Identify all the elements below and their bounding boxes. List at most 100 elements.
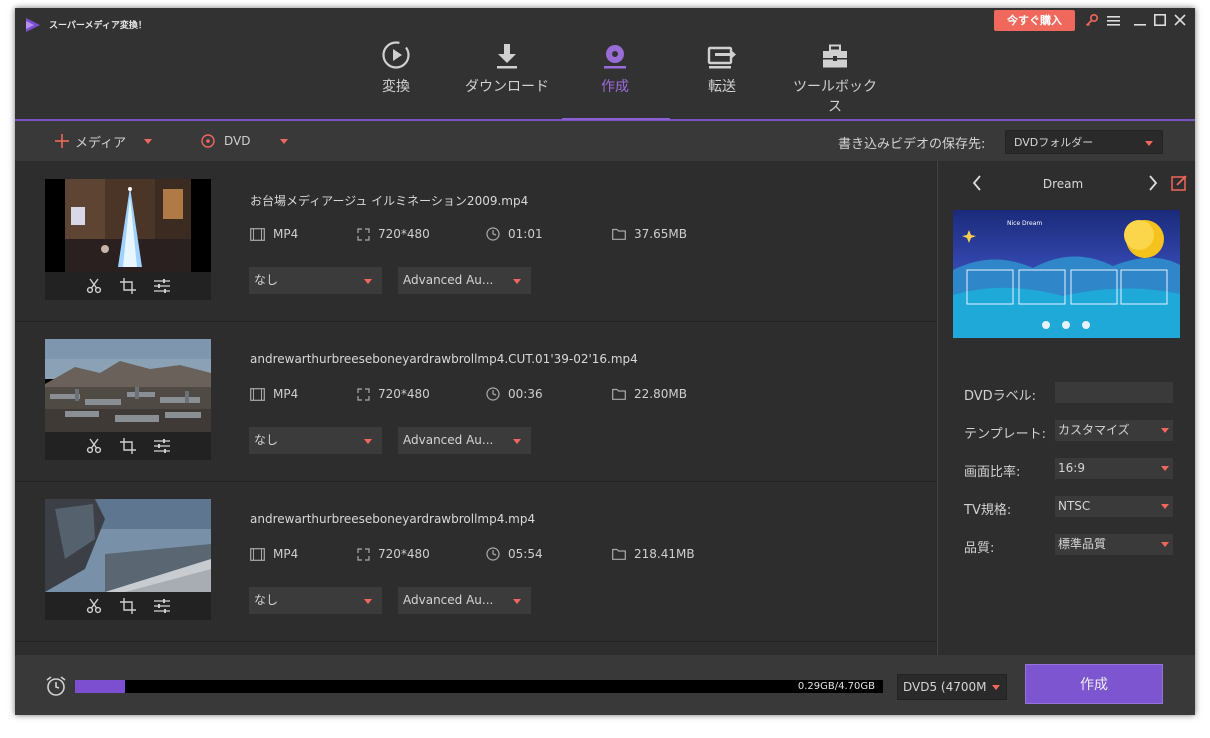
file-format: MP4 — [273, 387, 299, 401]
audio-track-select[interactable]: Advanced Au... — [398, 587, 531, 614]
list-item: andrewarthurbreeseboneyardrawbrollmp4.mp… — [15, 481, 936, 642]
video-thumbnail[interactable] — [45, 499, 211, 592]
file-format: MP4 — [273, 547, 299, 561]
minimize-icon[interactable] — [1132, 11, 1148, 29]
film-icon — [250, 547, 265, 561]
disc-icon — [201, 134, 215, 148]
save-to-select[interactable]: DVDフォルダー — [1005, 130, 1163, 154]
toolbar: メディア DVD 書き込みビデオの保存先: DVDフォルダー — [15, 121, 1195, 161]
video-thumbnail[interactable] — [45, 179, 211, 272]
edit-icon[interactable] — [1171, 175, 1187, 191]
subtitle-select[interactable]: なし — [249, 427, 382, 454]
tab-toolbox[interactable]: ツールボックス — [787, 38, 883, 118]
toolbox-icon — [823, 44, 847, 68]
save-to-label: 書き込みビデオの保存先: — [838, 137, 986, 152]
add-dvd-button[interactable]: DVD — [201, 121, 289, 161]
size-info: 22.80MB — [612, 387, 687, 401]
audio-track-select[interactable]: Advanced Au... — [398, 427, 531, 454]
audio-track-select[interactable]: Advanced Au... — [398, 267, 531, 294]
file-duration: 00:36 — [508, 387, 543, 401]
folder-icon — [612, 388, 626, 400]
audio-track-value: Advanced Au... — [403, 433, 494, 447]
app-window: スーパーメディア変換！ 今すぐ購入 変換 ダウンロード 作成 転送 ツールボック… — [15, 8, 1195, 715]
active-tab-indicator — [562, 118, 670, 120]
crop-icon[interactable] — [120, 278, 136, 294]
scissors-icon[interactable] — [86, 278, 102, 294]
tab-create-label: 作成 — [601, 79, 629, 95]
tv-standard-label: TV規格: — [964, 503, 1012, 518]
disc-type-select[interactable]: DVD5 (4700M — [897, 674, 1007, 700]
file-size: 218.41MB — [634, 547, 695, 561]
create-button[interactable]: 作成 — [1025, 664, 1163, 704]
tab-create[interactable]: 作成 — [585, 38, 645, 118]
scissors-icon[interactable] — [86, 598, 102, 614]
template-value: カスタマイズ — [1058, 423, 1130, 437]
clock-icon — [486, 227, 500, 241]
file-format: MP4 — [273, 227, 299, 241]
file-resolution: 720*480 — [378, 227, 430, 241]
plus-icon — [55, 134, 69, 148]
adjust-icon[interactable] — [154, 438, 170, 454]
clock-icon — [486, 387, 500, 401]
tab-convert-label: 変換 — [382, 79, 410, 95]
close-icon[interactable] — [1172, 11, 1188, 29]
folder-icon — [612, 548, 626, 560]
subtitle-select[interactable]: なし — [249, 587, 382, 614]
file-resolution: 720*480 — [378, 547, 430, 561]
chevron-down-icon — [513, 279, 521, 284]
chevron-down-icon — [992, 685, 1000, 690]
tv-standard-select[interactable]: NTSC — [1055, 496, 1173, 517]
subtitle-select[interactable]: なし — [249, 267, 382, 294]
video-thumbnail[interactable] — [45, 339, 211, 432]
add-media-button[interactable]: メディア — [55, 121, 153, 161]
tab-transfer[interactable]: 転送 — [692, 38, 752, 118]
thumbnail-toolbar — [45, 592, 211, 620]
template-select[interactable]: カスタマイズ — [1055, 420, 1173, 441]
quality-select[interactable]: 標準品質 — [1055, 534, 1173, 555]
size-info: 218.41MB — [612, 547, 695, 561]
chevron-down-icon — [513, 599, 521, 604]
resize-icon — [357, 227, 370, 241]
dvd-label-input[interactable] — [1055, 382, 1173, 403]
download-icon — [497, 44, 517, 69]
disc-type-value: DVD5 (4700M — [903, 680, 987, 694]
preview-title: Nice Dream — [1007, 220, 1042, 227]
format-info: MP4 — [250, 387, 298, 401]
scissors-icon[interactable] — [86, 438, 102, 454]
add-dvd-dropdown-icon[interactable] — [280, 138, 289, 144]
file-list: お台場メディアージュ イルミネーション2009.mp4 MP4 720*480 … — [15, 161, 936, 655]
buy-now-button[interactable]: 今すぐ購入 — [994, 10, 1075, 31]
tab-download[interactable]: ダウンロード — [462, 38, 552, 118]
chevron-right-icon[interactable] — [1148, 175, 1158, 191]
audio-track-value: Advanced Au... — [403, 273, 494, 287]
list-item: お台場メディアージュ イルミネーション2009.mp4 MP4 720*480 … — [15, 161, 936, 322]
menu-icon[interactable] — [1105, 11, 1121, 29]
film-icon — [250, 227, 265, 241]
adjust-icon[interactable] — [154, 278, 170, 294]
add-media-dropdown-icon[interactable] — [144, 138, 153, 144]
header: スーパーメディア変換！ 今すぐ購入 変換 ダウンロード 作成 転送 ツールボック… — [15, 8, 1195, 119]
template-preview[interactable]: Nice Dream — [953, 210, 1180, 338]
crop-icon[interactable] — [120, 438, 136, 454]
aspect-ratio-select[interactable]: 16:9 — [1055, 458, 1173, 479]
add-media-label: メディア — [75, 135, 127, 151]
resolution-info: 720*480 — [357, 387, 430, 401]
disc-capacity-bar: 0.29GB/4.70GB — [75, 680, 883, 693]
adjust-icon[interactable] — [154, 598, 170, 614]
dvd-label-label: DVDラベル: — [964, 389, 1037, 404]
save-to-value: DVDフォルダー — [1014, 136, 1094, 149]
maximize-icon[interactable] — [1152, 11, 1168, 29]
film-icon — [250, 387, 265, 401]
file-size: 22.80MB — [634, 387, 687, 401]
tab-convert[interactable]: 変換 — [366, 38, 426, 118]
key-icon[interactable] — [1084, 11, 1100, 29]
subtitle-value: なし — [254, 433, 279, 447]
alarm-clock-icon[interactable] — [45, 675, 67, 697]
dvd-settings-panel: Dream Nice Dream DVDラベル: テンプレート: カスタマイズ … — [937, 161, 1195, 655]
clock-icon — [486, 547, 500, 561]
crop-icon[interactable] — [120, 598, 136, 614]
convert-icon — [382, 41, 410, 69]
tab-transfer-label: 転送 — [708, 79, 736, 95]
burn-disc-icon — [604, 45, 626, 69]
app-title: スーパーメディア変換！ — [49, 21, 147, 31]
